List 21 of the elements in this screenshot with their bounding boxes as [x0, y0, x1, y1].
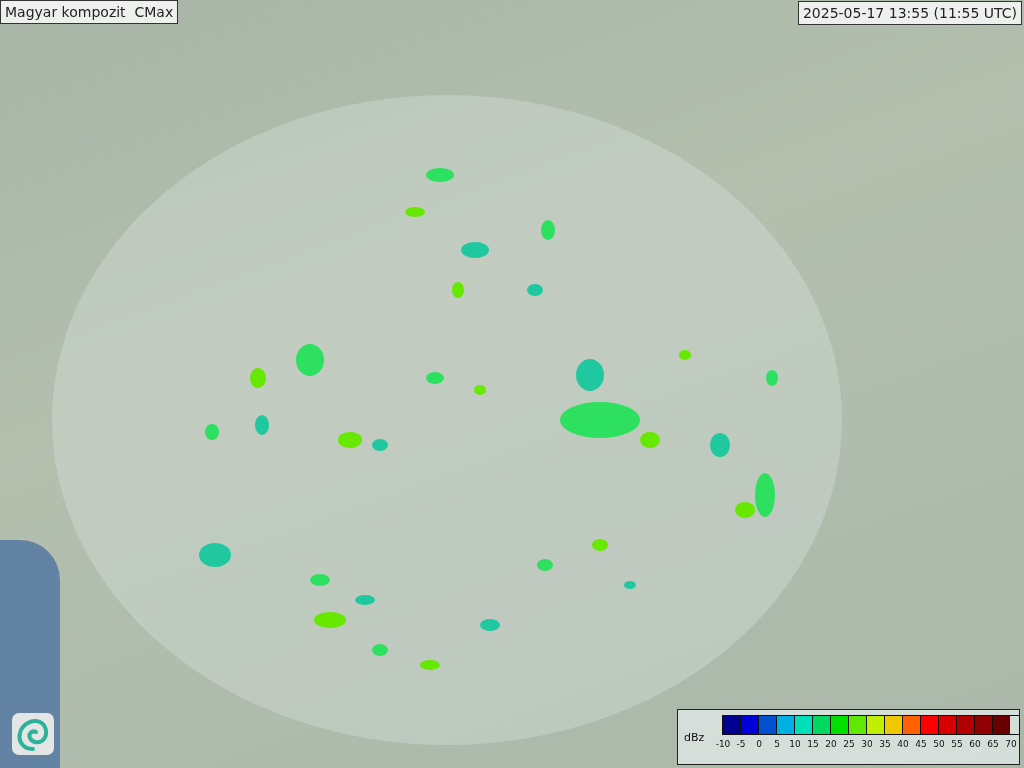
tick-label: 0 — [755, 739, 763, 749]
tick-label: 25 — [842, 739, 856, 749]
tick-label: 30 — [860, 739, 874, 749]
tick-label: 20 — [824, 739, 838, 749]
tick-label: -10 — [714, 739, 732, 749]
tick-label: 5 — [773, 739, 781, 749]
tick-label: 50 — [932, 739, 946, 749]
tick-label: 35 — [878, 739, 892, 749]
tick-label: -5 — [735, 739, 747, 749]
tick-label: 10 — [788, 739, 802, 749]
tick-label: 15 — [806, 739, 820, 749]
tick-label: 40 — [896, 739, 910, 749]
spiral-logo-icon — [12, 713, 54, 755]
tick-label: 55 — [950, 739, 964, 749]
tick-label: 70 — [1004, 739, 1018, 749]
tick-label: 60 — [968, 739, 982, 749]
timestamp: 2025-05-17 13:55 (11:55 UTC) — [797, 1, 1022, 25]
unit-label: dBz — [684, 731, 706, 744]
tick-label: 65 — [986, 739, 1000, 749]
map-title: Magyar kompozit CMax — [0, 0, 179, 24]
tick-label: 45 — [914, 739, 928, 749]
